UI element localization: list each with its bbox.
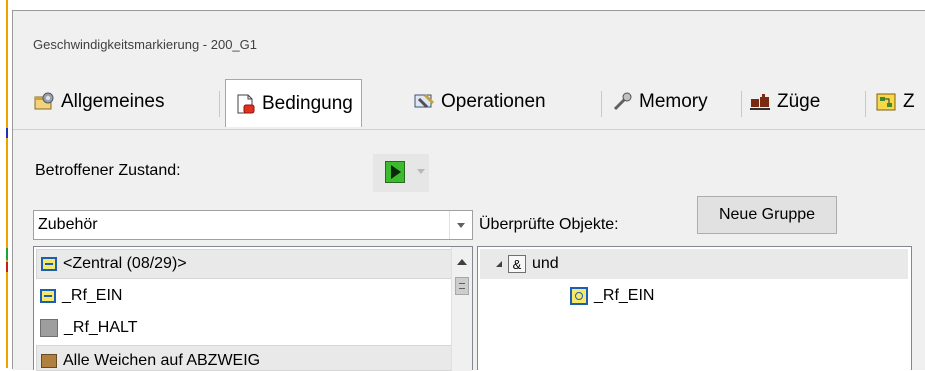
- tree-node-child[interactable]: _Rf_EIN: [570, 281, 654, 311]
- trains-icon: [749, 91, 771, 113]
- tab-separator: [601, 91, 602, 117]
- signal-icon: [41, 257, 57, 271]
- settings-icon: [33, 91, 55, 113]
- tab-separator: [219, 91, 220, 117]
- state-label: Betroffener Zustand:: [35, 162, 181, 179]
- turnout-icon: [41, 354, 57, 368]
- edge-accent: [6, 0, 8, 368]
- list-scrollbar[interactable]: [451, 247, 472, 371]
- tab-label: Züge: [777, 91, 821, 112]
- tab-label: Bedingung: [262, 92, 353, 114]
- list-item-label: _Rf_EIN: [62, 287, 123, 304]
- expand-triangle-icon[interactable]: [496, 261, 502, 267]
- and-operator-icon: &: [508, 255, 526, 273]
- list-item[interactable]: _Rf_HALT: [36, 313, 452, 343]
- new-group-button[interactable]: Neue Gruppe: [697, 196, 837, 234]
- signal-off-icon: [40, 319, 58, 337]
- edge-mark-green: [6, 248, 8, 260]
- tab-label: Z: [903, 91, 915, 112]
- scroll-up-icon[interactable]: [457, 259, 467, 265]
- tab-label: Allgemeines: [61, 91, 165, 112]
- list-item-label: <Zentral (08/29)>: [63, 255, 187, 272]
- edge-mark-red: [6, 262, 8, 272]
- memory-icon: [611, 91, 633, 113]
- titlebar[interactable]: Geschwindigkeitsmarkierung - 200_G1: [13, 11, 925, 71]
- list-item[interactable]: _Rf_EIN: [36, 281, 452, 311]
- list-item-label: Alle Weichen auf ABZWEIG: [63, 352, 261, 369]
- checked-objects-label: Überprüfte Objekte:: [479, 216, 619, 234]
- chevron-down-icon: [417, 169, 425, 174]
- scroll-thumb[interactable]: [455, 277, 469, 295]
- tab-bedingung[interactable]: Bedingung: [225, 79, 362, 127]
- tab-label: Memory: [639, 91, 708, 112]
- tab-separator: [865, 91, 866, 117]
- list-item-label: _Rf_HALT: [64, 319, 138, 336]
- operations-icon: [413, 91, 435, 113]
- category-value: Zubehör: [38, 216, 98, 233]
- tab-allgemeines[interactable]: Allgemeines: [33, 85, 165, 119]
- category-dropdown[interactable]: Zubehör: [33, 210, 473, 240]
- checked-objects-text: Überprüfte Objekte:: [479, 216, 619, 233]
- tab-zuege[interactable]: Züge: [749, 85, 820, 119]
- signal-condition-icon: [570, 287, 588, 305]
- tab-overflow[interactable]: Z: [875, 85, 915, 119]
- tab-separator: [741, 91, 742, 117]
- play-icon: [385, 161, 405, 183]
- window-title: Geschwindigkeitsmarkierung - 200_G1: [33, 37, 257, 52]
- checked-objects-tree[interactable]: & und _Rf_EIN: [477, 246, 912, 370]
- tab-bar: Allgemeines Bedingung Operationen Memory…: [13, 73, 925, 131]
- tab-label: Operationen: [441, 91, 546, 112]
- tree-node-label: und: [532, 255, 559, 272]
- dialog-window: Geschwindigkeitsmarkierung - 200_G1 Allg…: [12, 10, 925, 371]
- signal-icon: [40, 289, 56, 303]
- accessory-list[interactable]: <Zentral (08/29)> _Rf_EIN _Rf_HALT Alle …: [33, 246, 473, 371]
- tree-node-label: _Rf_EIN: [594, 287, 655, 304]
- tree-node-root[interactable]: & und: [480, 249, 908, 279]
- edge-mark-blue: [6, 128, 8, 138]
- tab-operationen[interactable]: Operationen: [413, 85, 546, 119]
- list-item[interactable]: <Zentral (08/29)>: [36, 249, 452, 279]
- desktop-left-edge: [0, 0, 8, 368]
- desktop-top-strip: [0, 0, 925, 10]
- more-icon: [875, 91, 897, 113]
- condition-panel: Betroffener Zustand: Zubehör Überprüfte …: [13, 129, 925, 371]
- tab-memory[interactable]: Memory: [611, 85, 708, 119]
- condition-icon: [234, 93, 256, 115]
- dropdown-arrow-icon[interactable]: [449, 211, 472, 239]
- state-selector-button[interactable]: [373, 154, 429, 192]
- list-item[interactable]: Alle Weichen auf ABZWEIG: [36, 345, 452, 371]
- new-group-label: Neue Gruppe: [718, 206, 816, 223]
